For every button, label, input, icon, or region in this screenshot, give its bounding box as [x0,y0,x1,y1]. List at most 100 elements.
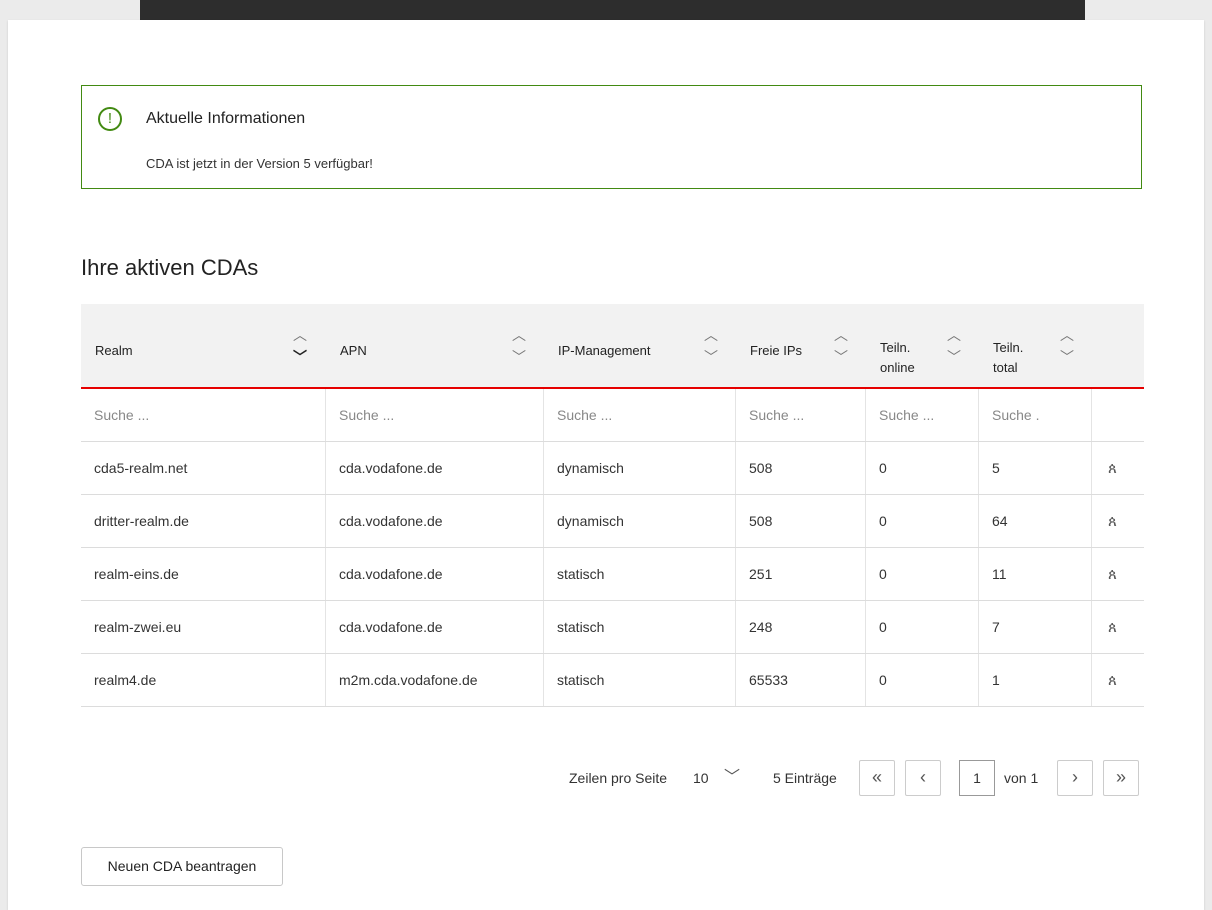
cell-free-ips: 251 [736,548,866,600]
sort-up-icon: ︿ [704,327,718,343]
chevron-down-icon[interactable]: ﹀ [724,760,740,796]
page-number-input[interactable]: 1 [959,760,995,796]
sort-toggle[interactable]: ︿ ﹀ [830,325,852,367]
search-input-free-ips[interactable] [749,407,854,423]
cell-actions: ጰ [1092,495,1144,547]
sort-down-icon: ﹀ [947,349,961,365]
top-bar [140,0,1085,20]
sort-down-icon: ﹀ [834,349,848,365]
cell-online: 0 [866,601,979,653]
cell-actions: ጰ [1092,442,1144,494]
main-card: ! Aktuelle Informationen CDA ist jetzt i… [8,20,1204,910]
new-cda-button[interactable]: Neuen CDA beantragen [81,847,283,886]
table-body: cda5-realm.net cda.vodafone.de dynamisch 50… [81,442,1144,707]
cell-free-ips: 65533 [736,654,866,706]
cell-ip-management: dynamisch [544,495,736,547]
sort-up-icon: ︿ [834,327,848,343]
search-input-ip-management[interactable] [557,407,718,423]
search-cell-realm [81,389,326,441]
cell-total: 1 [979,654,1092,706]
search-cell-apn [326,389,544,441]
cell-total: 64 [979,495,1092,547]
search-input-apn[interactable] [339,407,523,423]
last-page-button[interactable]: » [1103,760,1139,796]
sort-up-icon: ︿ [293,327,307,343]
rows-per-page-label: Zeilen pro Seite [569,770,668,786]
info-box: ! Aktuelle Informationen CDA ist jetzt i… [81,85,1142,189]
column-header-label: IP-Management [558,343,651,358]
sort-down-icon: ﹀ [512,349,526,365]
users-icon[interactable]: ጰ [1108,460,1117,477]
double-chevron-left-icon: « [871,767,882,787]
column-header-line2: online [880,360,915,375]
sort-up-icon: ︿ [1060,327,1074,343]
cell-apn: cda.vodafone.de [326,442,544,494]
cell-ip-management: statisch [544,548,736,600]
cell-online: 0 [866,495,979,547]
table-row[interactable]: realm-eins.de cda.vodafone.de statisch 251 0… [81,548,1144,601]
sort-down-icon: ﹀ [704,349,718,365]
users-icon[interactable]: ጰ [1108,513,1117,530]
search-row [81,389,1144,442]
users-icon[interactable]: ጰ [1108,619,1117,636]
users-icon[interactable]: ጰ [1108,566,1117,583]
column-header-free-ips[interactable]: Freie IPs ︿ ﹀ [736,304,866,387]
page-title: Ihre aktiven CDAs [81,255,259,280]
cell-ip-management: statisch [544,654,736,706]
cell-apn: cda.vodafone.de [326,495,544,547]
previous-page-button[interactable]: ‹ [905,760,941,796]
cell-free-ips: 508 [736,495,866,547]
sort-toggle[interactable]: ︿ ﹀ [289,325,311,367]
chevron-left-icon: ‹ [920,767,926,787]
cell-ip-management: statisch [544,601,736,653]
column-header-online[interactable]: Teiln. online ︿ ﹀ [866,304,979,387]
column-header-apn[interactable]: APN ︿ ﹀ [326,304,544,387]
cell-ip-management: dynamisch [544,442,736,494]
sort-toggle[interactable]: ︿ ﹀ [508,325,530,367]
cell-realm: realm-eins.de [81,548,326,600]
sort-toggle[interactable]: ︿ ﹀ [700,325,722,367]
cell-realm: realm4.de [81,654,326,706]
sort-down-icon: ﹀ [1060,349,1074,365]
column-header-line1: Teiln. [880,340,911,355]
column-header-label: APN [340,343,367,358]
column-header-label: Teiln. online [880,338,915,378]
search-input-total[interactable] [992,407,1082,423]
info-text: CDA ist jetzt in der Version 5 verfügbar… [146,156,373,171]
info-exclamation-icon: ! [98,107,122,131]
sort-up-icon: ︿ [512,327,526,343]
search-input-realm[interactable] [94,407,302,423]
cell-online: 0 [866,654,979,706]
cell-realm: cda5-realm.net [81,442,326,494]
cell-free-ips: 248 [736,601,866,653]
cell-realm: dritter-realm.de [81,495,326,547]
info-title: Aktuelle Informationen [146,110,306,127]
column-header-realm[interactable]: Realm ︿ ﹀ [81,304,326,387]
cell-apn: cda.vodafone.de [326,548,544,600]
table-row[interactable]: cda5-realm.net cda.vodafone.de dynamisch 50… [81,442,1144,495]
first-page-button[interactable]: « [859,760,895,796]
sort-toggle[interactable]: ︿ ﹀ [1056,325,1078,367]
search-input-online[interactable] [879,407,969,423]
sort-toggle[interactable]: ︿ ﹀ [943,325,965,367]
page-total-label: von 1 [1004,770,1039,786]
search-cell-free-ips [736,389,866,441]
search-cell-total [979,389,1092,441]
users-icon[interactable]: ጰ [1108,672,1117,689]
table-row[interactable]: realm4.de m2m.cda.vodafone.de statisch 6553… [81,654,1144,707]
search-cell-empty [1092,389,1144,441]
cell-total: 5 [979,442,1092,494]
cda-table: Realm ︿ ﹀ APN ︿ ﹀ IP-Management ︿ ﹀ Frei… [81,304,1144,707]
search-cell-ip-management [544,389,736,441]
table-row[interactable]: realm-zwei.eu cda.vodafone.de statisch 248 0… [81,601,1144,654]
rows-per-page-value[interactable]: 10 [693,760,709,796]
cell-realm: realm-zwei.eu [81,601,326,653]
chevron-right-icon: › [1072,767,1078,787]
table-header: Realm ︿ ﹀ APN ︿ ﹀ IP-Management ︿ ﹀ Frei… [81,304,1144,389]
column-header-total[interactable]: Teiln. total ︿ ﹀ [979,304,1144,387]
double-chevron-right-icon: » [1115,767,1126,787]
column-header-ip-management[interactable]: IP-Management ︿ ﹀ [544,304,736,387]
table-row[interactable]: dritter-realm.de cda.vodafone.de dynamisch… [81,495,1144,548]
cell-online: 0 [866,548,979,600]
next-page-button[interactable]: › [1057,760,1093,796]
